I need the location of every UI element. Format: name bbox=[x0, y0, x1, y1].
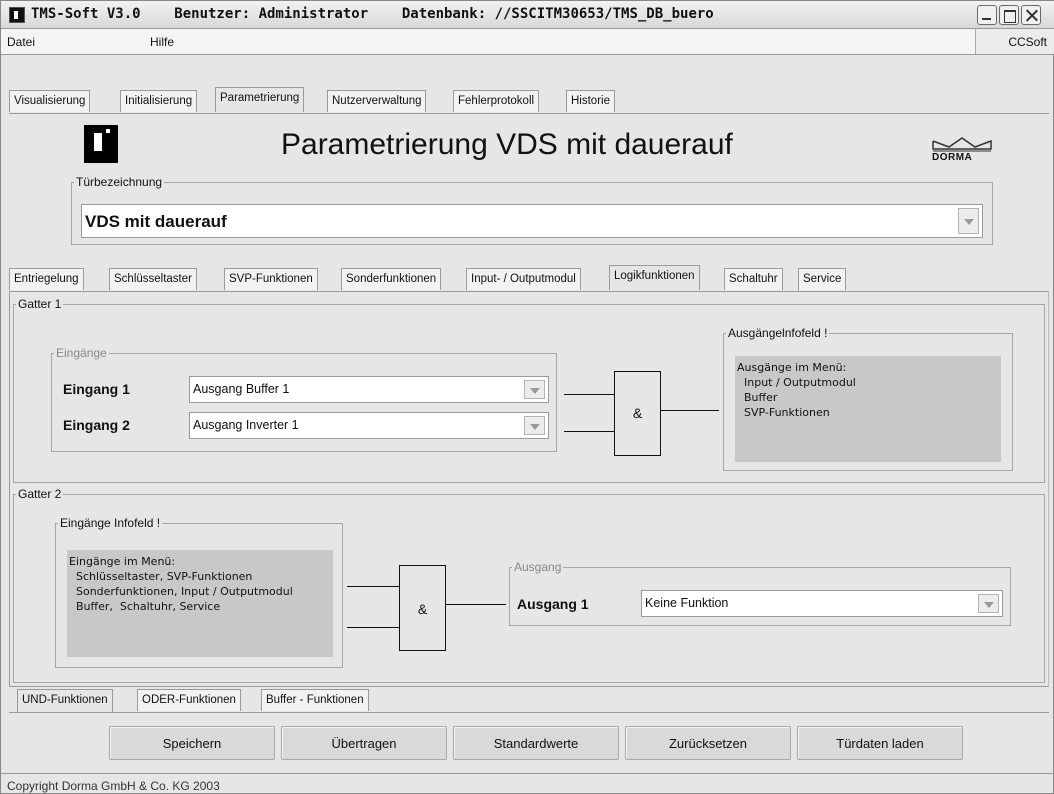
reset-button[interactable]: Zurücksetzen bbox=[625, 726, 791, 760]
gatter1-info-legend: Ausgängelnfofeld ! bbox=[728, 326, 828, 340]
door-name-legend: Türbezeichnung bbox=[76, 175, 163, 189]
maximize-icon[interactable] bbox=[999, 5, 1019, 25]
gatter1-input2-label: Eingang 2 bbox=[63, 417, 130, 433]
status-bar bbox=[1, 773, 1054, 774]
tms-logo-icon bbox=[84, 125, 118, 163]
gatter2-info-line: Buffer, Schaltuhr, Service bbox=[69, 600, 221, 613]
tab-entriegelung[interactable]: Entriegelung bbox=[9, 268, 84, 290]
gatter1-input1-select[interactable]: Ausgang Buffer 1 bbox=[189, 376, 549, 403]
tab-historie[interactable]: Historie bbox=[566, 90, 615, 112]
title-bar: TMS-Soft V3.0 Benutzer: Administrator Da… bbox=[1, 1, 1054, 29]
gatter2-and-gate: & bbox=[399, 565, 446, 651]
gatter1-gate-symbol: & bbox=[632, 405, 643, 421]
transfer-button[interactable]: Übertragen bbox=[281, 726, 447, 760]
dorma-brand-text: DORMA bbox=[932, 152, 973, 163]
gatter1-legend: Gatter 1 bbox=[18, 297, 62, 311]
tab-nutzerverwaltung[interactable]: Nutzerverwaltung bbox=[327, 90, 427, 112]
tab-schaltuhr[interactable]: Schaltuhr bbox=[724, 268, 783, 290]
chevron-down-icon[interactable] bbox=[958, 208, 979, 234]
gatter1-input1-value: Ausgang Buffer 1 bbox=[193, 382, 290, 396]
gatter2-legend: Gatter 2 bbox=[18, 487, 62, 501]
tab-schluesseltaster[interactable]: Schlüsseltaster bbox=[109, 268, 197, 290]
gatter2-output-legend: Ausgang bbox=[514, 560, 562, 574]
save-button[interactable]: Speichern bbox=[109, 726, 275, 760]
application-window: TMS-Soft V3.0 Benutzer: Administrator Da… bbox=[0, 0, 1054, 794]
window-title: TMS-Soft V3.0 Benutzer: Administrator Da… bbox=[31, 6, 714, 22]
gatter1-info-box: Ausgänge im Menü: Input / Outputmodul Bu… bbox=[735, 356, 1001, 462]
menu-datei[interactable]: Datei bbox=[7, 35, 35, 49]
gatter1-output-wire bbox=[661, 410, 719, 411]
gatter1-input2-wire bbox=[564, 431, 614, 432]
tab-svp-funktionen[interactable]: SVP-Funktionen bbox=[224, 268, 318, 290]
gatter2-output1-select[interactable]: Keine Funktion bbox=[641, 590, 1003, 617]
app-icon bbox=[9, 7, 25, 23]
gatter1-input2-value: Ausgang Inverter 1 bbox=[193, 418, 299, 432]
gatter2-info-box: Eingänge im Menü: Schlüsseltaster, SVP-F… bbox=[67, 550, 333, 657]
gatter2-info-line: Eingänge im Menü: bbox=[69, 555, 176, 568]
tab-input-outputmodul[interactable]: Input- / Outputmodul bbox=[466, 268, 581, 290]
tab-initialisierung[interactable]: Initialisierung bbox=[120, 90, 198, 112]
tab-logikfunktionen[interactable]: Logikfunktionen bbox=[609, 265, 700, 290]
page-title: Parametrierung VDS mit dauerauf bbox=[281, 128, 733, 161]
gatter2-info-legend: Eingänge Infofeld ! bbox=[60, 516, 161, 530]
gatter2-output-wire bbox=[446, 604, 506, 605]
minimize-icon[interactable] bbox=[977, 5, 997, 25]
gatter1-info-line: SVP-Funktionen bbox=[737, 406, 830, 419]
tab-parametrierung[interactable]: Parametrierung bbox=[215, 87, 305, 112]
gatter1-input2-select[interactable]: Ausgang Inverter 1 bbox=[189, 412, 549, 439]
gatter2-info-line: Schlüsseltaster, SVP-Funktionen bbox=[69, 570, 253, 583]
gatter1-info-line: Input / Outputmodul bbox=[737, 376, 856, 389]
gatter1-info-line: Ausgänge im Menü: bbox=[737, 361, 847, 374]
tab-visualisierung[interactable]: Visualisierung bbox=[9, 90, 91, 112]
tab-buffer-funktionen[interactable]: Buffer - Funktionen bbox=[261, 689, 369, 711]
gatter2-input2-wire bbox=[347, 627, 399, 628]
chevron-down-icon[interactable] bbox=[524, 416, 545, 435]
gatter1-info-line: Buffer bbox=[737, 391, 778, 404]
menu-hilfe[interactable]: Hilfe bbox=[150, 35, 174, 49]
ccsoft-label: CCSoft bbox=[975, 29, 1054, 54]
gatter2-gate-symbol: & bbox=[417, 601, 428, 617]
gatter1-inputs-legend: Eingänge bbox=[56, 346, 107, 360]
copyright-text: Copyright Dorma GmbH & Co. KG 2003 bbox=[7, 779, 220, 793]
gatter1-input1-label: Eingang 1 bbox=[63, 381, 130, 397]
gatter1-input1-wire bbox=[564, 394, 614, 395]
tab-fehlerprotokoll[interactable]: Fehlerprotokoll bbox=[453, 90, 540, 112]
chevron-down-icon[interactable] bbox=[978, 594, 999, 613]
gatter2-input1-wire bbox=[347, 586, 399, 587]
load-door-data-button[interactable]: Türdaten laden bbox=[797, 726, 963, 760]
gatter2-output1-value: Keine Funktion bbox=[645, 596, 729, 610]
tab-sonderfunktionen[interactable]: Sonderfunktionen bbox=[341, 268, 442, 290]
menu-bar: Datei Hilfe CCSoft bbox=[1, 29, 1054, 55]
gatter1-and-gate: & bbox=[614, 371, 661, 456]
tab-service[interactable]: Service bbox=[798, 268, 847, 290]
door-name-select[interactable]: VDS mit dauerauf bbox=[81, 204, 983, 238]
door-name-value: VDS mit dauerauf bbox=[85, 212, 227, 231]
tab-und-funktionen[interactable]: UND-Funktionen bbox=[17, 689, 113, 713]
gatter2-output1-label: Ausgang 1 bbox=[517, 596, 589, 612]
gatter2-info-line: Sonderfunktionen, Input / Outputmodul bbox=[69, 585, 293, 598]
chevron-down-icon[interactable] bbox=[524, 380, 545, 399]
defaults-button[interactable]: Standardwerte bbox=[453, 726, 619, 760]
close-icon[interactable] bbox=[1021, 5, 1041, 25]
tab-oder-funktionen[interactable]: ODER-Funktionen bbox=[137, 689, 241, 711]
